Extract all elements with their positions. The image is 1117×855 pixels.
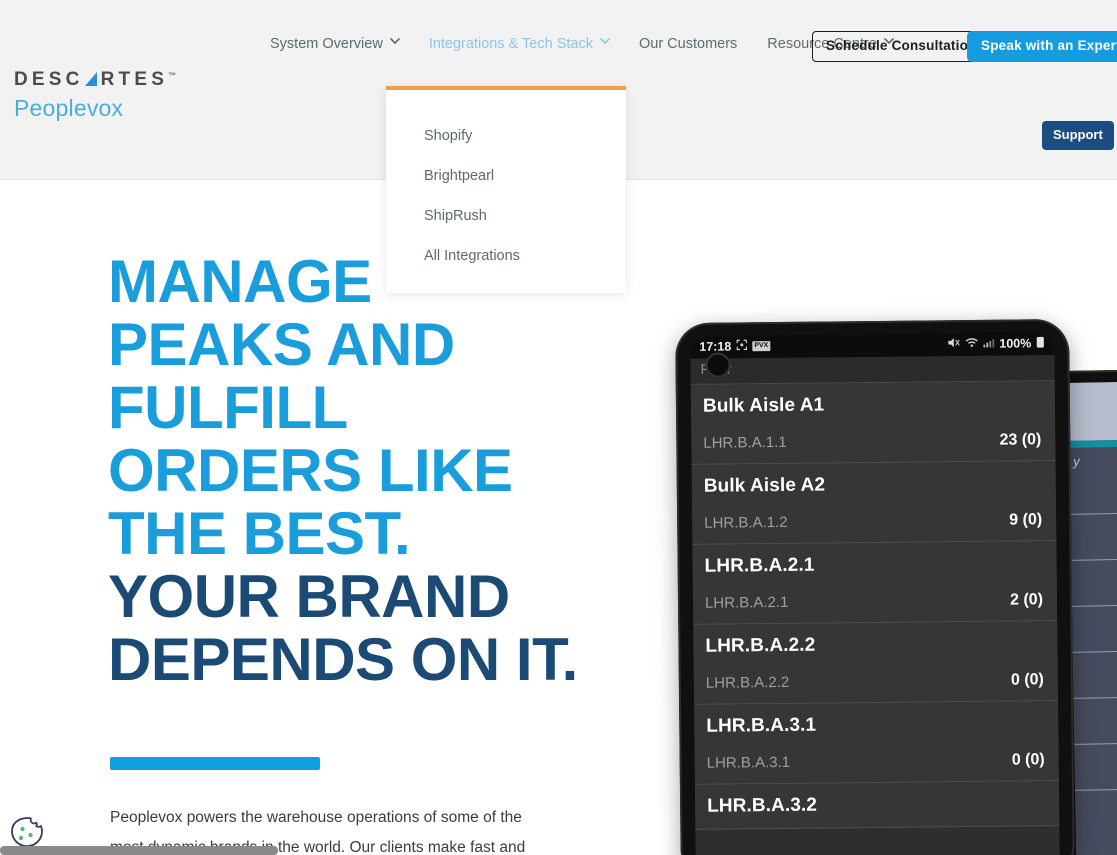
phone-mockup: 17:18 PVX 100% Bulk Aisle A1 LHR.B.A.1.1… xyxy=(675,318,1075,855)
tablet-row xyxy=(1070,513,1117,561)
hero-headline: MANAGE PEAKS AND FULFILL ORDERS LIKE THE… xyxy=(108,250,688,691)
tablet-row xyxy=(1072,651,1117,699)
integrations-dropdown-menu: Shopify Brightpearl ShipRush All Integra… xyxy=(386,86,626,293)
location-quantity: 2 (0) xyxy=(1010,591,1044,609)
location-quantity: 0 (0) xyxy=(1010,671,1044,689)
battery-percentage: 100% xyxy=(999,336,1032,351)
mute-icon xyxy=(947,337,960,351)
location-detail-row: LHR.B.A.1.2 9 (0) xyxy=(704,511,1042,533)
location-detail-row: LHR.B.A.2.1 2 (0) xyxy=(705,591,1043,613)
primary-navigation: System Overview Integrations & Tech Stac… xyxy=(255,33,908,56)
logo-peoplevox: Peoplevox xyxy=(14,95,124,121)
list-item[interactable]: LHR.B.A.3.2 xyxy=(694,781,1060,830)
horizontal-scrollbar[interactable] xyxy=(0,846,278,855)
tablet-row xyxy=(1071,605,1117,653)
scan-icon xyxy=(736,339,747,353)
signal-icon xyxy=(983,337,995,351)
headline-line-2: PEAKS AND xyxy=(108,311,455,378)
location-code: LHR.B.A.1.1 xyxy=(703,433,787,452)
location-detail-row: LHR.B.A.3.1 0 (0) xyxy=(707,751,1045,773)
tablet-header-bar xyxy=(1067,381,1117,441)
location-quantity: 9 (0) xyxy=(1009,511,1043,529)
phone-camera-hole-icon xyxy=(705,352,731,378)
support-button[interactable]: Support xyxy=(1042,121,1114,150)
nav-item-our-customers[interactable]: Our Customers xyxy=(624,33,752,56)
tablet-row xyxy=(1073,697,1117,745)
location-name: Bulk Aisle A1 xyxy=(702,394,825,417)
location-name: LHR.B.A.3.1 xyxy=(706,714,817,737)
tablet-screen: y xyxy=(1067,381,1117,855)
list-item[interactable]: Bulk Aisle A2 LHR.B.A.1.2 9 (0) xyxy=(691,461,1057,545)
phone-screen: 17:18 PVX 100% Bulk Aisle A1 LHR.B.A.1.1… xyxy=(690,331,1060,855)
list-item[interactable]: LHR.B.A.2.1 LHR.B.A.2.1 2 (0) xyxy=(692,541,1058,625)
dropdown-item-shiprush[interactable]: ShipRush xyxy=(386,196,626,236)
location-code: LHR.B.A.2.2 xyxy=(705,673,790,692)
wifi-icon xyxy=(965,337,978,351)
logo-trademark: ™ xyxy=(168,71,177,80)
tablet-partial-label: y xyxy=(1073,453,1080,469)
list-item[interactable]: LHR.B.A.3.1 LHR.B.A.3.1 0 (0) xyxy=(694,701,1059,785)
brand-logo[interactable]: DESC RTES ™ Peoplevox xyxy=(14,70,214,122)
dropdown-item-shopify[interactable]: Shopify xyxy=(386,116,626,156)
headline-line-4: ORDERS LIKE xyxy=(108,437,513,504)
location-name: LHR.B.A.2.1 xyxy=(704,554,815,577)
status-bar-time: 17:18 xyxy=(699,339,732,354)
nav-item-integrations-tech-stack[interactable]: Integrations & Tech Stack xyxy=(414,33,624,56)
nav-label: System Overview xyxy=(270,36,383,52)
status-bar-right: 100% xyxy=(947,336,1044,352)
location-quantity: 0 (0) xyxy=(1011,751,1045,769)
tablet-row xyxy=(1070,559,1117,607)
location-code: LHR.B.A.3.1 xyxy=(706,753,791,772)
dropdown-item-all-integrations[interactable]: All Integrations xyxy=(386,236,626,276)
tablet-row xyxy=(1069,467,1117,515)
location-detail-row: LHR.B.A.1.1 23 (0) xyxy=(703,431,1041,453)
headline-line-6: YOUR BRAND xyxy=(108,563,510,630)
location-quantity: 23 (0) xyxy=(999,431,1042,449)
hero-divider-rule xyxy=(110,757,320,770)
list-item[interactable]: Bulk Aisle A1 LHR.B.A.1.1 23 (0) xyxy=(690,381,1056,465)
location-detail-row: LHR.B.A.2.2 0 (0) xyxy=(706,671,1044,693)
speak-with-an-expert-button[interactable]: Speak with an Expert xyxy=(967,31,1117,62)
location-name: Bulk Aisle A2 xyxy=(703,474,826,497)
schedule-consultation-button[interactable]: Schedule Consultation xyxy=(812,31,991,62)
dropdown-item-brightpearl[interactable]: Brightpearl xyxy=(386,156,626,196)
headline-line-7: DEPENDS ON IT. xyxy=(108,626,578,693)
logo-text-desc: DESC xyxy=(14,69,84,90)
page-root: DESC RTES ™ Peoplevox System Overview In… xyxy=(0,0,1117,855)
nav-label: Integrations & Tech Stack xyxy=(428,36,593,52)
location-code: LHR.B.A.1.2 xyxy=(704,513,788,532)
list-item[interactable]: LHR.B.A.2.2 LHR.B.A.2.2 0 (0) xyxy=(693,621,1059,705)
dropdown-list: Shopify Brightpearl ShipRush All Integra… xyxy=(386,90,626,276)
status-bar-left: 17:18 PVX xyxy=(699,339,771,354)
tablet-row xyxy=(1074,743,1117,791)
battery-icon xyxy=(1036,336,1044,351)
location-name: LHR.B.A.3.2 xyxy=(707,794,818,817)
notification-badge-icon: PVX xyxy=(752,341,771,352)
headline-line-5: THE BEST. xyxy=(108,500,411,567)
location-name: LHR.B.A.2.2 xyxy=(705,634,816,657)
logo-descartes-wordmark: DESC RTES ™ xyxy=(14,70,214,93)
chevron-down-icon xyxy=(600,38,610,47)
nav-item-system-overview[interactable]: System Overview xyxy=(255,33,414,56)
chevron-down-icon xyxy=(390,38,400,47)
logo-text-artes: RTES xyxy=(100,69,169,90)
headline-line-3: FULFILL xyxy=(108,374,348,441)
phone-filter-bar[interactable]: Filter xyxy=(690,355,1055,385)
location-code: LHR.B.A.2.1 xyxy=(704,593,789,612)
logo-triangle-icon xyxy=(84,72,98,87)
nav-label: Our Customers xyxy=(638,36,738,52)
